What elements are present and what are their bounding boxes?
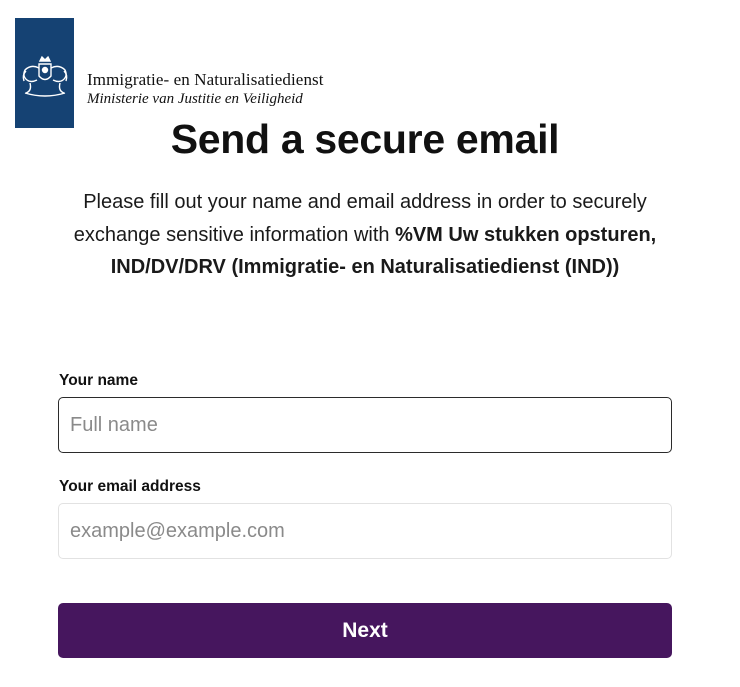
name-input[interactable] <box>58 397 672 453</box>
ministry-name: Ministerie van Justitie en Veiligheid <box>87 91 303 107</box>
coat-of-arms-icon <box>22 55 67 97</box>
organization-name: Immigratie- en Naturalisatiedienst <box>87 70 324 89</box>
email-label: Your email address <box>59 478 201 495</box>
page-title: Send a secure email <box>170 116 560 162</box>
next-button[interactable]: Next <box>58 603 672 658</box>
logo <box>15 18 74 128</box>
name-label: Your name <box>59 372 138 389</box>
intro-text: Please fill out your name and email addr… <box>60 186 670 284</box>
email-input[interactable] <box>58 503 672 559</box>
